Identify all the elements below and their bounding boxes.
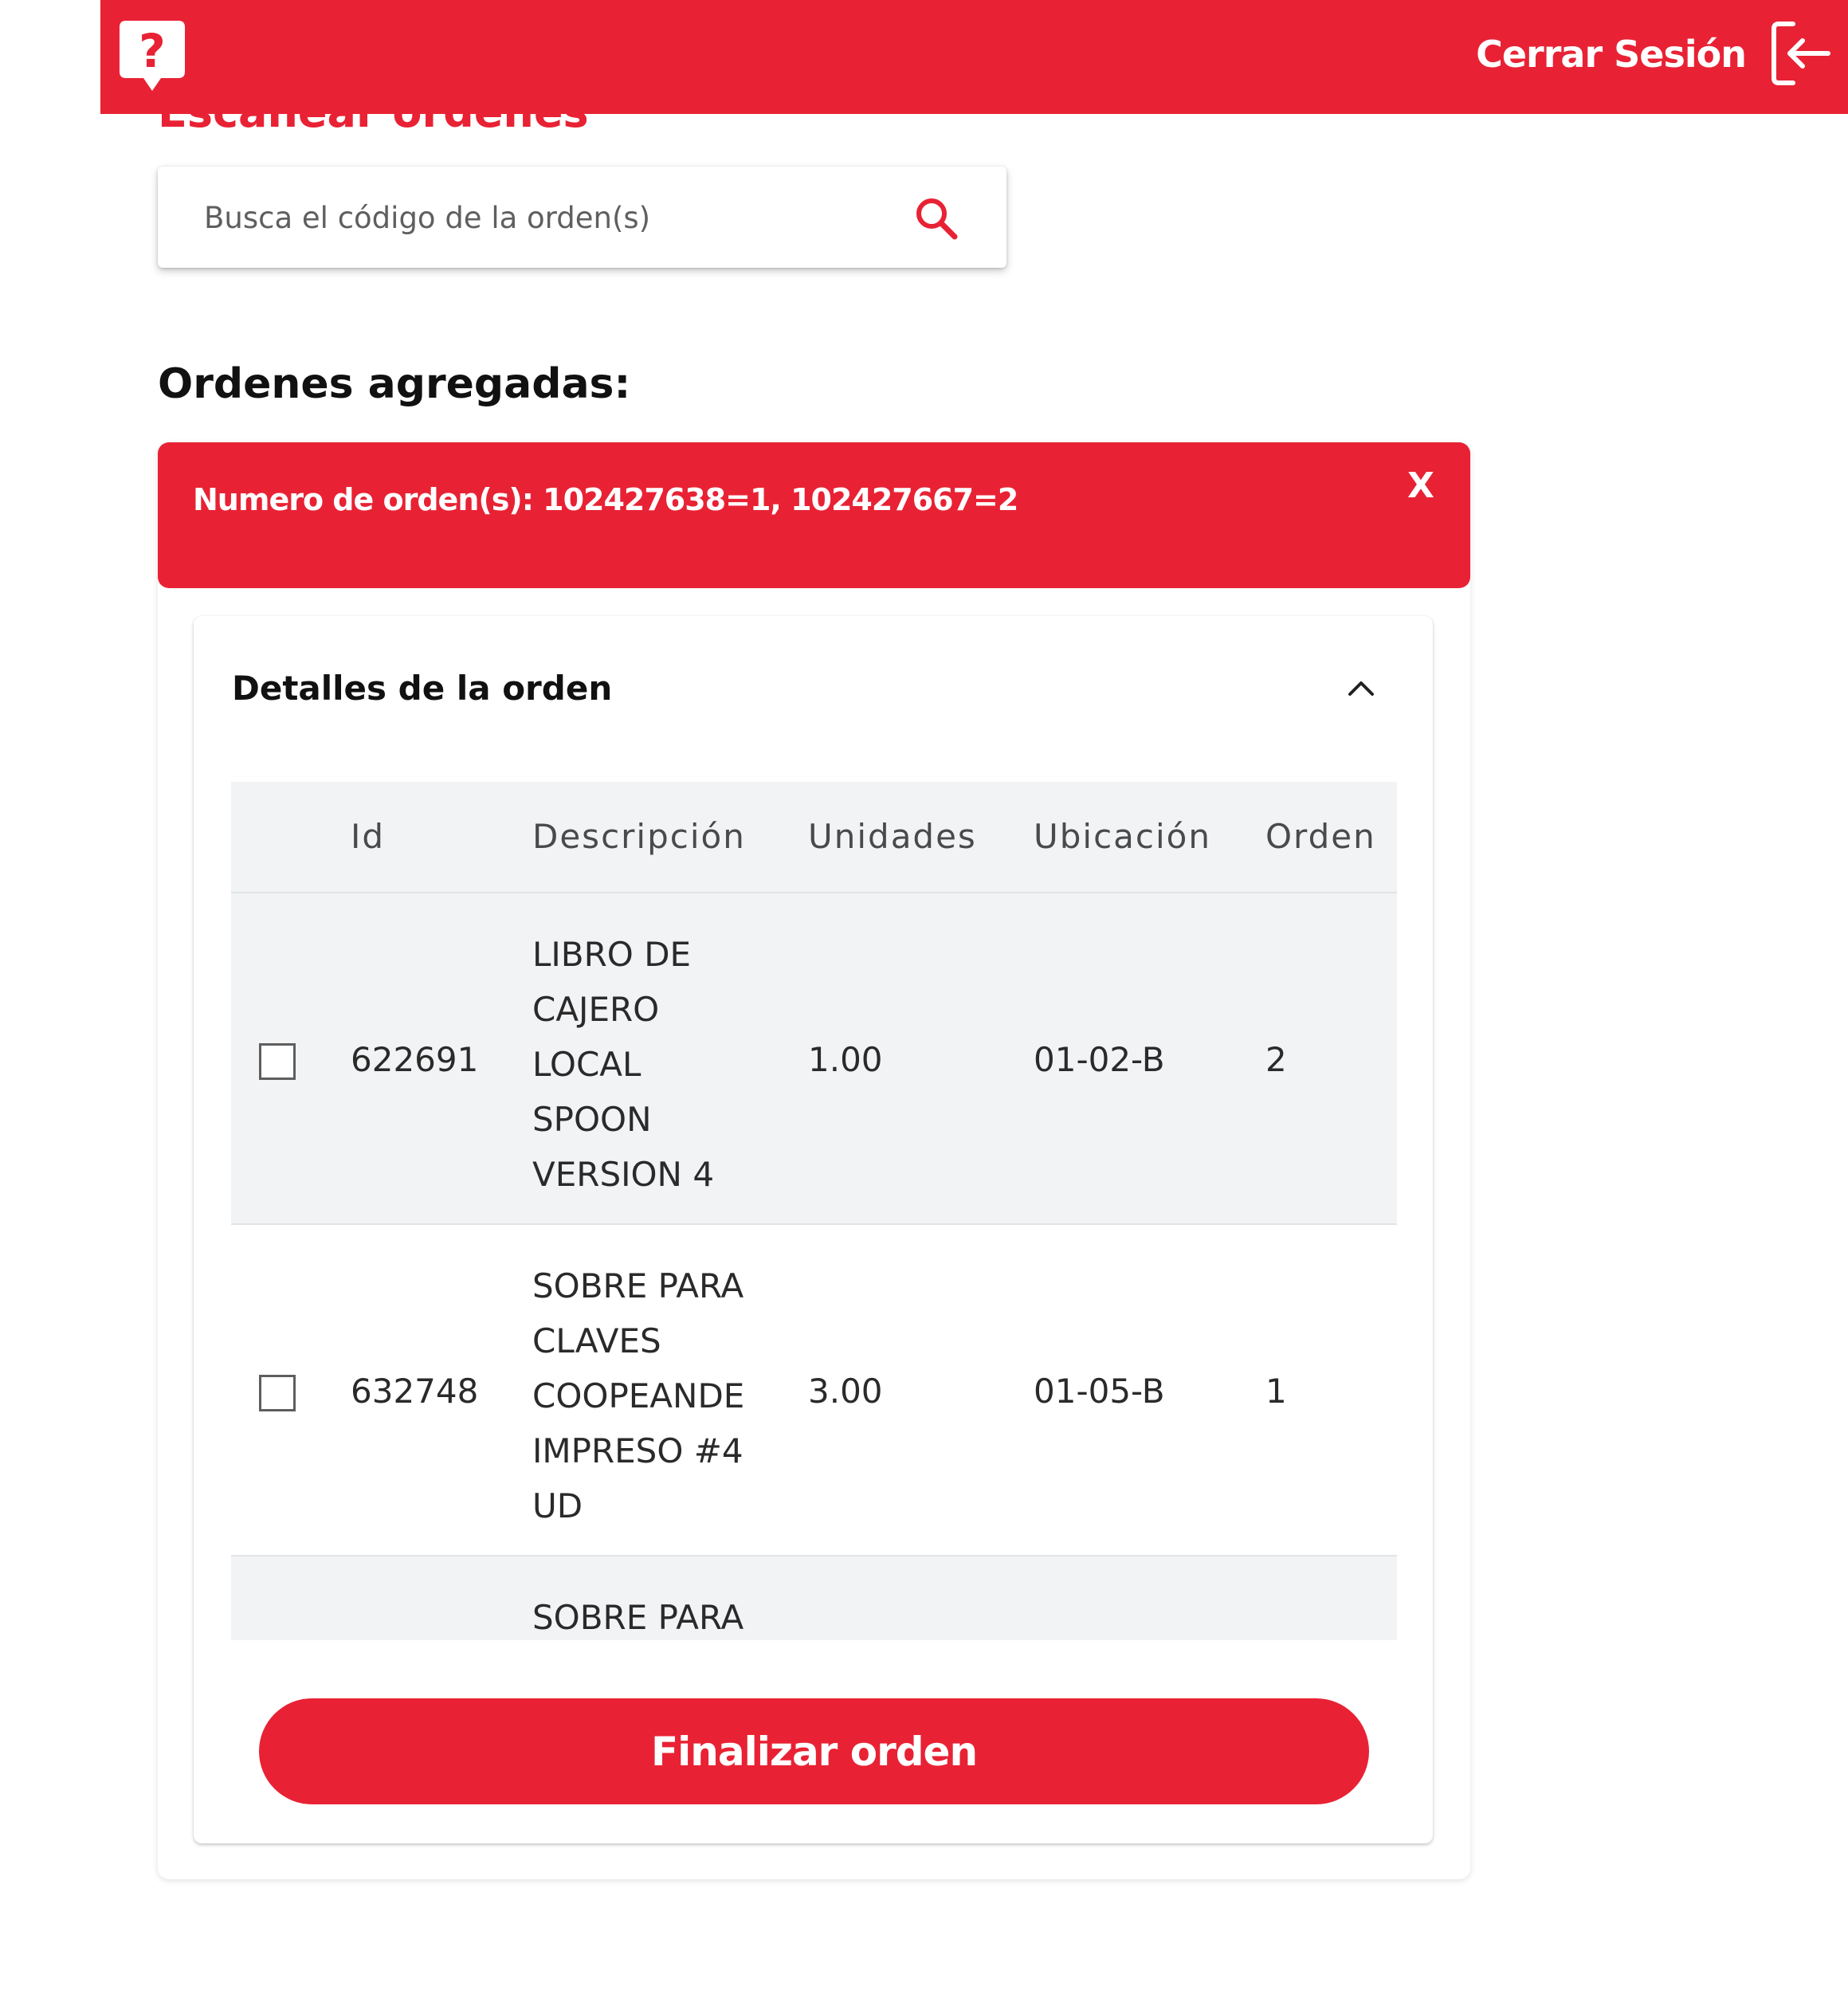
row-order: 2	[1265, 1040, 1287, 1079]
chevron-up-icon[interactable]	[1344, 670, 1379, 705]
logout-icon[interactable]	[1769, 18, 1833, 89]
table-row: 622691 LIBRO DE CAJERO LOCAL SPOON VERSI…	[231, 893, 1397, 1225]
column-header-units: Unidades	[808, 817, 977, 856]
row-select-checkbox[interactable]	[259, 1043, 296, 1080]
order-numbers-text: Numero de orden(s): 102427638=1, 1024276…	[193, 482, 1018, 517]
column-header-location: Ubicación	[1034, 817, 1211, 856]
table-row: 632748 SOBRE PARA CLAVES COOPEANDE IMPRE…	[231, 1225, 1397, 1556]
row-location: 01-02-B	[1034, 1040, 1165, 1079]
row-description: LIBRO DE CAJERO LOCAL SPOON VERSION 4	[532, 935, 715, 1194]
table-row: SOBRE PARA	[231, 1556, 1397, 1640]
top-app-bar: ? Cerrar Sesión	[100, 0, 1848, 114]
table-header-row: Id Descripción Unidades Ubicación Orden	[231, 782, 1397, 893]
order-details-panel: Detalles de la orden Id Descripción Unid…	[194, 616, 1433, 1843]
page-title: Escanear órdenes	[158, 114, 589, 137]
row-description: SOBRE PARA	[532, 1598, 744, 1637]
row-id: 632748	[351, 1372, 479, 1411]
svg-text:?: ?	[139, 24, 166, 78]
row-units: 3.00	[808, 1372, 883, 1411]
row-id: 622691	[351, 1040, 479, 1079]
column-header-description: Descripción	[532, 817, 746, 856]
added-orders-heading: Ordenes agregadas:	[158, 360, 631, 408]
finalize-order-button[interactable]: Finalizar orden	[259, 1698, 1369, 1804]
order-items-table[interactable]: Id Descripción Unidades Ubicación Orden …	[231, 782, 1397, 1640]
close-banner-button[interactable]: X	[1401, 466, 1441, 506]
order-details-title: Detalles de la orden	[232, 669, 613, 708]
logout-button-label[interactable]: Cerrar Sesión	[1476, 30, 1747, 78]
row-select-checkbox[interactable]	[259, 1375, 296, 1411]
order-search-input[interactable]	[202, 192, 920, 243]
column-header-id: Id	[351, 817, 386, 856]
order-numbers-banner: Numero de orden(s): 102427638=1, 1024276…	[158, 442, 1470, 588]
row-description: SOBRE PARA CLAVES COOPEANDE IMPRESO #4 U…	[532, 1266, 745, 1525]
row-units: 1.00	[808, 1040, 883, 1079]
column-header-order: Orden	[1265, 817, 1376, 856]
page-title-container: Escanear órdenes	[158, 114, 795, 139]
help-question-icon[interactable]: ?	[120, 21, 185, 94]
row-order: 1	[1265, 1372, 1287, 1411]
row-location: 01-05-B	[1034, 1372, 1165, 1411]
search-icon[interactable]	[913, 195, 959, 241]
order-search-box	[158, 167, 1006, 268]
